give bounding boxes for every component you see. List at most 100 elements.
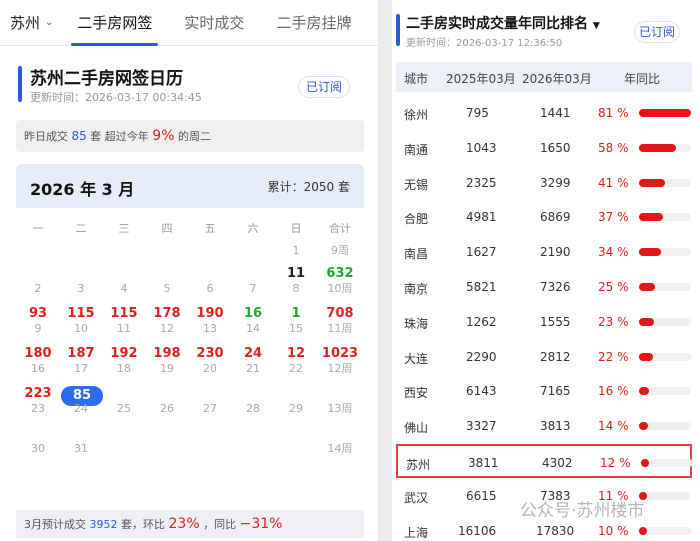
yoy-bar-track — [639, 422, 691, 431]
calendar-day[interactable]: 1 15 — [276, 306, 316, 336]
tab-realtime-deals[interactable]: 实时成交 — [168, 0, 260, 46]
calendar-day[interactable]: 85 24 — [61, 386, 103, 416]
city-name: 南通 — [404, 142, 429, 157]
table-row[interactable]: 南通 1043 1650 58 % — [396, 131, 692, 165]
calendar-day[interactable]: 11 8 — [276, 266, 316, 296]
table-row[interactable]: 合肥 4981 6869 37 % — [396, 200, 692, 234]
table-row-highlighted[interactable]: 苏州 3811 4302 12 % — [396, 444, 693, 478]
yoy-percent: 34 % — [598, 245, 629, 260]
day-count: 16 — [243, 306, 263, 321]
calendar-day[interactable]: 115 11 — [104, 306, 144, 336]
calendar-day[interactable]: 30 — [18, 426, 58, 456]
summary-mid: 套 超过今年 — [90, 130, 149, 143]
calendar-day[interactable]: 190 13 — [190, 306, 230, 336]
day-count — [18, 266, 58, 282]
calendar-day[interactable]: 27 — [190, 386, 230, 416]
value-2026: 2812 — [540, 349, 571, 364]
week-total: 632 10周 — [320, 266, 360, 296]
calendar-day[interactable]: 115 10 — [61, 306, 101, 336]
forecast-mid: 套，环比 — [121, 518, 165, 531]
calendar-day[interactable]: 16 14 — [233, 306, 273, 336]
col-2025: 2025年03月 — [446, 72, 516, 86]
tab-new-homes[interactable]: 新房 — [367, 0, 378, 46]
calendar-day[interactable]: 192 18 — [104, 346, 144, 376]
calendar-day[interactable]: 24 21 — [233, 346, 273, 376]
watermark: 公众号·苏州楼市 — [520, 501, 645, 521]
col-yoy: 年同比 — [624, 72, 661, 86]
calendar-total: 累计：2050 套 — [267, 180, 350, 194]
value-2025: 2325 — [466, 175, 497, 190]
yoy-percent: 23 % — [598, 314, 629, 329]
yoy-bar-track — [639, 178, 691, 187]
table-row[interactable]: 大连 2290 2812 22 % — [396, 340, 692, 374]
tab-resale-signing[interactable]: 二手房网签 — [61, 0, 168, 46]
calendar-day[interactable]: 223 23 — [18, 386, 58, 416]
day-number: 15 — [289, 322, 303, 335]
day-number: 1 — [292, 244, 300, 257]
calendar-day — [61, 244, 101, 258]
value-2025: 3811 — [468, 456, 499, 470]
ranking-title[interactable]: 二手房实时成交量年同比排名 ▼ — [406, 13, 600, 33]
calendar-day[interactable]: 93 9 — [18, 306, 58, 336]
yoy-percent: 81 % — [598, 106, 629, 120]
day-number: 2 — [34, 282, 42, 295]
calendar-day[interactable]: 187 17 — [61, 346, 101, 376]
table-row[interactable]: 佛山 3327 3813 14 % — [396, 409, 692, 443]
table-row[interactable]: 珠海 1262 1555 23 % — [396, 305, 692, 339]
yoy-bar-track — [639, 491, 691, 500]
yoy-bar-track — [639, 213, 691, 222]
calendar-day[interactable]: 25 — [104, 386, 144, 416]
city-selector[interactable]: 苏州 ⌄ — [0, 0, 61, 46]
day-number: 25 — [117, 402, 131, 415]
table-row[interactable]: 南京 5821 7326 25 % — [396, 270, 692, 304]
yoy-bar-fill — [639, 178, 666, 187]
week-total-count — [320, 386, 360, 402]
table-row[interactable]: 无锡 2325 3299 41 % — [396, 166, 692, 200]
calendar-day[interactable]: 31 — [61, 426, 101, 456]
calendar-day[interactable]: 12 22 — [276, 346, 316, 376]
yoy-bar-fill — [639, 143, 677, 152]
calendar-day[interactable]: 28 — [233, 386, 273, 416]
yoy-bar-track — [639, 283, 691, 291]
yoy-bar-fill — [641, 459, 649, 467]
ranking-subscribe-button[interactable]: 已订阅 — [634, 21, 680, 43]
value-2026: 4302 — [542, 456, 573, 470]
table-row[interactable]: 南昌 1627 2190 34 % — [396, 235, 692, 269]
calendar-day[interactable]: 230 20 — [190, 346, 230, 376]
city-name: 珠海 — [404, 316, 429, 331]
tab-resale-listings[interactable]: 二手房挂牌 — [260, 0, 367, 46]
value-2025: 1262 — [466, 314, 497, 329]
calendar-day: 2 — [18, 266, 58, 296]
summary-prefix: 昨日成交 — [24, 130, 68, 143]
day-count — [233, 266, 273, 282]
day-number: 18 — [117, 362, 131, 375]
yoy-percent: 10 % — [598, 523, 629, 538]
day-count: 230 — [196, 346, 224, 361]
calendar-day[interactable]: 178 12 — [147, 306, 187, 336]
value-2025: 16106 — [458, 523, 497, 538]
day-count — [18, 426, 58, 442]
day-number: 29 — [289, 402, 303, 415]
calendar-day[interactable]: 1 — [276, 244, 316, 258]
value-2026: 1650 — [540, 140, 571, 155]
calendar-day[interactable]: 198 19 — [147, 346, 187, 376]
top-nav: 苏州 ⌄ 二手房网签 实时成交 二手房挂牌 新房 — [0, 0, 378, 46]
subscribe-button[interactable]: 已订阅 — [298, 76, 350, 98]
calendar-header: 2026 年 3 月 累计：2050 套 — [16, 164, 364, 208]
day-number: 22 — [289, 362, 303, 375]
value-2026: 7326 — [540, 280, 571, 294]
day-count — [61, 266, 101, 282]
calendar-day[interactable]: 180 16 — [18, 346, 58, 376]
calendar-day[interactable]: 26 — [147, 386, 187, 416]
calendar-day[interactable]: 29 — [276, 386, 316, 416]
calendar-day: 4 — [104, 266, 144, 296]
city-name: 南昌 — [404, 247, 429, 262]
day-count: 180 — [24, 346, 52, 361]
forecast-yoy: −31% — [239, 516, 283, 532]
calendar-day — [18, 244, 58, 258]
table-row[interactable]: 徐州 795 1441 81 % — [396, 96, 692, 130]
calendar-day — [233, 244, 273, 258]
day-count: 187 — [67, 346, 95, 361]
table-row[interactable]: 西安 6143 7165 16 % — [396, 374, 692, 408]
day-count: 1 — [291, 306, 301, 321]
